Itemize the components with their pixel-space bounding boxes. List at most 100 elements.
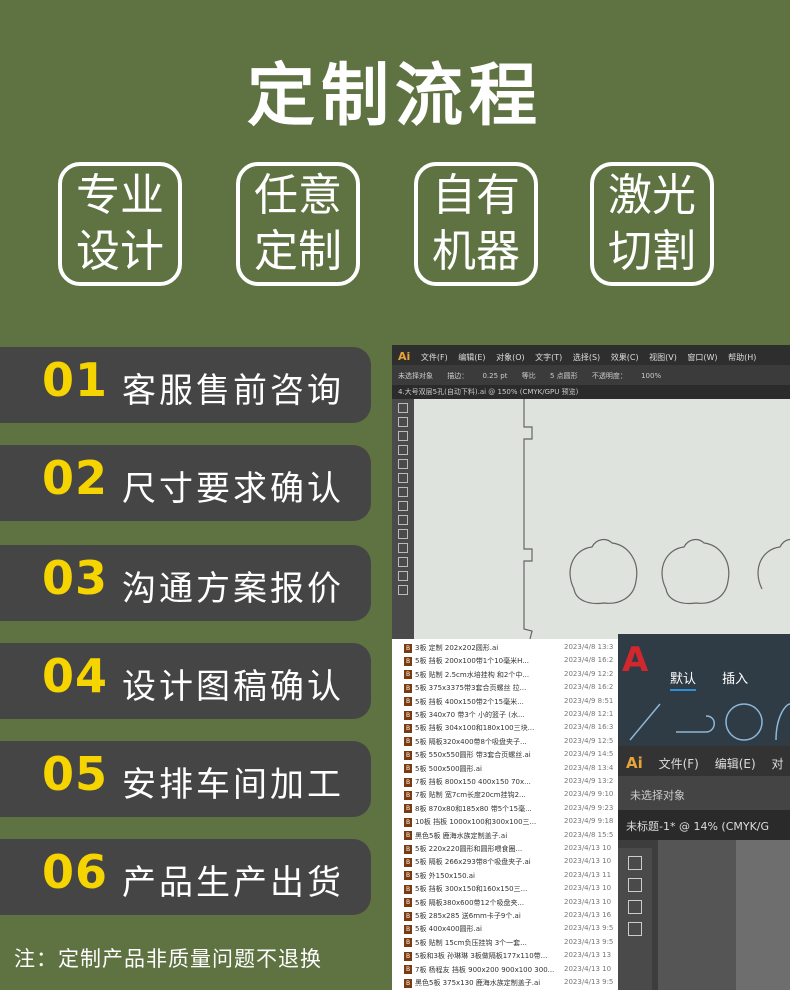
tab-insert[interactable]: 插入 xyxy=(722,672,748,687)
file-list-item[interactable]: B 7板 挡板 800x150 400x150 70x... 2023/4/9 13… xyxy=(404,777,620,790)
rotate-tool-icon[interactable] xyxy=(398,571,408,581)
file-list-item[interactable]: B 5板 220x220圆形和圆形喂食圈... 2023/4/13 10 xyxy=(404,844,620,857)
file-list-item[interactable]: B 5板 贴制 15cm负压挂钩 3个一套... 2023/4/13 9:5 xyxy=(404,938,620,951)
menu-item[interactable]: 帮助(H) xyxy=(728,352,756,363)
feature-line: 切割 xyxy=(608,226,696,277)
document-tab-title: 未标题-1* @ 14% (CMYK/G xyxy=(626,820,770,833)
file-list-item[interactable]: B 8板 870x80和185x80 带5个15毫... 2023/4/9 9:23 xyxy=(404,804,620,817)
file-icon: B xyxy=(404,710,412,720)
cut-design-artwork xyxy=(523,399,790,640)
menu-item[interactable]: 文件(F) xyxy=(421,352,448,363)
file-list-item[interactable]: B 7板 杨程友 挡板 900x200 900x100 300... 2023/4/… xyxy=(404,965,620,978)
file-name: 3板 定制 202x202圆形.ai xyxy=(415,644,499,652)
type-tool-icon[interactable] xyxy=(398,487,408,497)
menu-item[interactable]: 视图(V) xyxy=(649,352,677,363)
file-list-item[interactable]: B 5板和3板 孙琳琳 3板做隔板177x110带... 2023/4/13 13 xyxy=(404,951,620,964)
tab-default[interactable]: 默认 xyxy=(670,672,697,691)
direct-selection-tool-icon[interactable] xyxy=(398,417,408,427)
menu-item[interactable]: 窗口(W) xyxy=(687,352,717,363)
curvature-tool-icon[interactable] xyxy=(398,473,408,483)
menu-item[interactable]: 对象(O) xyxy=(496,352,525,363)
file-list-item[interactable]: B 5板 375x3375带3套合页螺丝 拉... 2023/4/8 16:2 xyxy=(404,683,620,696)
step-number: 06 xyxy=(42,845,109,899)
illustrator-logo: Ai xyxy=(626,754,643,772)
feature-line: 任意 xyxy=(254,170,342,221)
file-list-item[interactable]: B 5板 550x550圆形 带3套合页螺丝.ai 2023/4/9 14:5 xyxy=(404,750,620,763)
brush-select[interactable]: 5 点圆形 xyxy=(550,371,578,381)
file-date: 2023/4/9 13:2 xyxy=(564,777,614,785)
feature-custom: 任意 定制 xyxy=(236,162,360,286)
menu-item[interactable]: 编辑(E) xyxy=(458,352,485,363)
menu-item[interactable]: 对 xyxy=(771,755,783,772)
file-list-item[interactable]: B 10板 挡板 1000x100和300x100三... 2023/4/9 9:1… xyxy=(404,817,620,830)
artboard[interactable] xyxy=(736,840,790,990)
scale-tool-icon[interactable] xyxy=(398,585,408,595)
paintbrush-tool-icon[interactable] xyxy=(398,529,408,539)
file-date: 2023/4/13 13 xyxy=(564,951,612,960)
file-icon: B xyxy=(404,764,412,774)
file-date: 2023/4/13 16 xyxy=(564,911,612,919)
lasso-tool-icon[interactable] xyxy=(628,922,642,936)
menu-item[interactable]: 文件(F) xyxy=(659,755,699,772)
artboard-canvas[interactable] xyxy=(414,399,790,640)
file-date: 2023/4/8 12:1 xyxy=(564,710,614,718)
step-number: 03 xyxy=(42,551,109,605)
file-name: 5板 挡板 304x100和180x100三块... xyxy=(415,724,535,733)
stroke-weight-field[interactable]: 0.25 pt xyxy=(482,372,507,380)
file-date: 2023/4/8 16:2 xyxy=(564,656,614,665)
shaper-tool-icon[interactable] xyxy=(398,543,408,553)
ribbon-tabs: 默认 插入 xyxy=(670,668,770,691)
file-icon: B xyxy=(404,871,412,881)
step-number: 02 xyxy=(42,451,109,505)
file-list-item[interactable]: B 5板 挡板 400x150带2个15毫米... 2023/4/9 8:51 xyxy=(404,697,620,710)
file-icon: B xyxy=(404,804,412,814)
line-tool-icon[interactable] xyxy=(398,501,408,511)
file-list-item[interactable]: B 7板 贴制 宽7cm长度20cm挂钩2... 2023/4/9 9:10 xyxy=(404,790,620,803)
file-list-item[interactable]: B 5板 500x500圆形.ai 2023/4/8 13:4 xyxy=(404,764,620,777)
file-date: 2023/4/13 10 xyxy=(564,844,612,852)
menu-item[interactable]: 选择(S) xyxy=(573,352,600,363)
file-name: 黑色5板 375x130 鹿海水族定制盖子.ai xyxy=(415,979,541,987)
rectangle-tool-icon[interactable] xyxy=(398,515,408,525)
file-date: 2023/4/8 16:3 xyxy=(564,723,614,732)
menu-item[interactable]: 效果(C) xyxy=(611,352,639,363)
document-tab[interactable]: 4.大号双层5孔(自动下料).ai @ 150% (CMYK/GPU 预览) xyxy=(392,385,790,399)
step-label: 安排车间加工 xyxy=(122,765,344,805)
file-list-item[interactable]: B 5板 340x70 带3个 小的篮子 (水... 2023/4/8 12:1 xyxy=(404,710,620,723)
illustrator-menubar-2: Ai 文件(F) 编辑(E) 对 xyxy=(618,746,790,776)
file-name: 7板 贴制 宽7cm长度20cm挂钩2... xyxy=(415,791,526,800)
file-list-item[interactable]: B 3板 定制 202x202圆形.ai 2023/4/8 13:3 xyxy=(404,643,620,656)
pen-tool-icon[interactable] xyxy=(398,459,408,469)
magic-wand-tool-icon[interactable] xyxy=(628,900,642,914)
file-icon: B xyxy=(404,643,412,653)
feature-line: 专业 xyxy=(76,170,164,221)
draw-tools-icons[interactable] xyxy=(626,696,790,746)
file-name: 5板 隔板320x400带8个吸盘夹子... xyxy=(415,737,527,746)
selection-tool-icon[interactable] xyxy=(398,403,408,413)
file-list-item[interactable]: B 5板 贴制 2.5cm水培挂构 和2个中... 2023/4/9 12:2 xyxy=(404,670,620,683)
menu-item[interactable]: 文字(T) xyxy=(535,352,562,363)
lasso-tool-icon[interactable] xyxy=(398,445,408,455)
file-list-item[interactable]: B 黑色5板 375x130 鹿海水族定制盖子.ai 2023/4/13 9:5 xyxy=(404,978,620,990)
direct-selection-tool-icon[interactable] xyxy=(628,878,642,892)
file-icon: B xyxy=(404,777,412,787)
file-list-item[interactable]: B 5板 隔板 266x293带8个吸盘夹子.ai 2023/4/13 10 xyxy=(404,857,620,870)
file-list-item[interactable]: B 5板 挡板 300x150和160x150三... 2023/4/13 10 xyxy=(404,884,620,897)
magic-wand-tool-icon[interactable] xyxy=(398,431,408,441)
file-list-item[interactable]: B 5板 隔板380x600带12个吸盘夹... 2023/4/13 10 xyxy=(404,898,620,911)
illustrator-control-bar: 未选择对象 描边： 0.25 pt 等比 5 点圆形 不透明度： 100% xyxy=(392,365,790,385)
file-list-item[interactable]: B 黑色5板 鹿海水族定制盖子.ai 2023/4/8 15:5 xyxy=(404,831,620,844)
file-list-item[interactable]: B 5板 挡板 200x100带1个10毫米H... 2023/4/8 16:2 xyxy=(404,656,620,669)
file-list-item[interactable]: B 5板 285x285 送6mm卡子9个.ai 2023/4/13 16 xyxy=(404,911,620,924)
file-list-item[interactable]: B 5板 隔板320x400带8个吸盘夹子... 2023/4/9 12:5 xyxy=(404,737,620,750)
file-list-item[interactable]: B 5板 挡板 304x100和180x100三块... 2023/4/8 16:3 xyxy=(404,723,620,736)
stroke-profile-select[interactable]: 等比 xyxy=(522,371,536,381)
file-icon: B xyxy=(404,884,412,894)
eraser-tool-icon[interactable] xyxy=(398,557,408,567)
opacity-field[interactable]: 100% xyxy=(641,372,661,380)
file-list-item[interactable]: B 5板 400x400圆形.ai 2023/4/13 9:5 xyxy=(404,924,620,937)
document-tab-2[interactable]: 未标题-1* @ 14% (CMYK/G xyxy=(618,810,790,840)
file-list-item[interactable]: B 5板 外150x150.ai 2023/4/13 11 xyxy=(404,871,620,884)
menu-item[interactable]: 编辑(E) xyxy=(715,755,756,772)
selection-tool-icon[interactable] xyxy=(628,856,642,870)
